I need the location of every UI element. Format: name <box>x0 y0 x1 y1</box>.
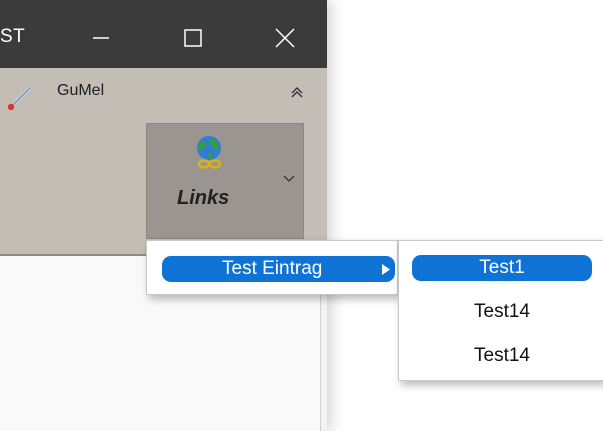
minimize-icon <box>93 37 109 39</box>
submenu-item-test14[interactable]: Test14 <box>412 299 592 325</box>
close-icon <box>275 28 295 48</box>
minimize-button[interactable] <box>78 18 124 58</box>
window-title: ST <box>0 26 26 47</box>
links-button-label: Links <box>177 187 230 209</box>
maximize-button[interactable] <box>170 18 216 58</box>
menu-item-label: Test Eintrag <box>222 258 323 279</box>
submenu-arrow-icon <box>382 264 390 275</box>
submenu-item-test1[interactable]: Test1 <box>412 255 592 281</box>
links-menu: Test Eintrag <box>146 240 398 295</box>
app-window: ST GuMel Links <box>0 0 327 431</box>
submenu-item-test14-second[interactable]: Test14 <box>412 343 592 369</box>
brush-icon[interactable] <box>6 82 36 110</box>
chevron-down-icon <box>283 175 295 182</box>
menu-item-test-eintrag[interactable]: Test Eintrag <box>162 256 395 282</box>
globe-link-icon <box>197 136 222 169</box>
title-bar[interactable]: ST <box>0 0 327 68</box>
close-button[interactable] <box>262 18 308 58</box>
collapse-ribbon-icon[interactable] <box>288 84 306 100</box>
ribbon-tab-gumel[interactable]: GuMel <box>57 82 104 100</box>
maximize-icon <box>184 29 202 47</box>
links-dropdown-button[interactable]: Links <box>146 123 304 239</box>
test-eintrag-submenu: Test1 Test14 Test14 <box>398 240 603 381</box>
